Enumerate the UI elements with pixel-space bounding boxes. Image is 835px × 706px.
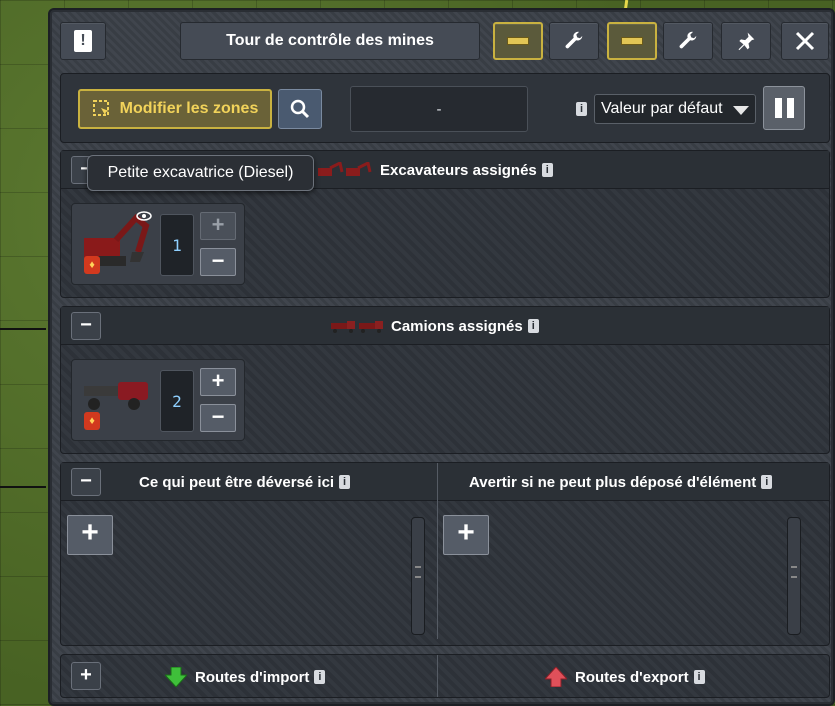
column-divider xyxy=(437,655,438,697)
add-dumpable-button[interactable]: + xyxy=(67,515,113,555)
dumping-panel: − Ce qui peut être déversé ici i Avertir… xyxy=(60,462,830,646)
info-icon[interactable]: i xyxy=(693,670,705,684)
scroll-grip xyxy=(791,566,797,578)
preset-select-value: Valeur par défaut xyxy=(601,100,723,117)
info-icon[interactable]: i xyxy=(339,475,351,489)
info-icon[interactable]: i xyxy=(541,163,553,177)
warn-heading: Avertir si ne peut plus déposé d'élément… xyxy=(469,463,773,501)
vehicle-tooltip: Petite excavatrice (Diesel) xyxy=(87,155,314,191)
modify-zones-button[interactable]: Modifier les zones xyxy=(78,89,272,129)
decrease-excavators-button[interactable]: − xyxy=(200,248,236,276)
increase-excavators-button[interactable]: + xyxy=(200,212,236,240)
collapse-button-1[interactable] xyxy=(493,22,543,60)
excavator-count: 1 xyxy=(160,214,194,276)
preset-select[interactable]: Valeur par défaut xyxy=(594,94,756,124)
decrease-trucks-button[interactable]: − xyxy=(200,404,236,432)
export-routes-text: Routes d'export xyxy=(575,668,689,686)
collapse-dumping-button[interactable]: − xyxy=(71,468,101,496)
fuel-icon: ♦ xyxy=(84,256,100,274)
dumpable-heading-text: Ce qui peut être déversé ici xyxy=(139,473,335,491)
collapse-trucks-button[interactable]: − xyxy=(71,312,101,340)
chevron-down-icon xyxy=(733,106,749,115)
wrench-icon xyxy=(679,31,697,49)
search-button[interactable] xyxy=(278,89,322,129)
dumping-header: − Ce qui peut être déversé ici i Avertir… xyxy=(61,463,829,501)
search-icon xyxy=(290,99,310,119)
info-button[interactable]: ! xyxy=(60,22,106,60)
import-routes-label[interactable]: Routes d'import i xyxy=(165,655,326,699)
info-icon[interactable]: i xyxy=(761,475,773,489)
fuel-icon: ♦ xyxy=(84,412,100,430)
trucks-heading-text: Camions assignés xyxy=(391,317,523,335)
truck-count: 2 xyxy=(160,370,194,432)
zone-toolbar: Modifier les zones - i Valeur par défaut xyxy=(60,73,830,143)
modify-zones-label: Modifier les zones xyxy=(119,100,259,117)
trucks-panel: − Camions assignés i ♦ 2 + − xyxy=(60,306,830,454)
expand-routes-button[interactable]: + xyxy=(71,662,101,690)
window-title: Tour de contrôle des mines xyxy=(180,22,480,60)
map-road-line xyxy=(0,486,46,488)
pause-icon-bar xyxy=(786,98,794,118)
mine-control-window: ! Tour de contrôle des mines Modifier le… xyxy=(48,8,835,706)
info-icon[interactable]: i xyxy=(576,102,587,116)
map-road-line xyxy=(0,328,46,330)
truck-card[interactable]: ♦ 2 + − xyxy=(71,359,245,441)
dumpable-scrollbar[interactable] xyxy=(411,517,425,635)
wrench-icon xyxy=(565,31,583,49)
wrench-button-1[interactable] xyxy=(549,22,599,60)
minus-icon xyxy=(507,37,529,45)
import-routes-text: Routes d'import xyxy=(195,668,310,686)
excavators-heading-text: Excavateurs assignés xyxy=(380,161,537,179)
excavator-icon xyxy=(346,162,372,176)
routes-panel: + Routes d'import i Routes d'export i xyxy=(60,654,830,698)
truck-icon xyxy=(359,321,383,333)
minus-icon xyxy=(621,37,643,45)
trucks-heading: Camions assignés i xyxy=(329,307,539,345)
trucks-header: − Camions assignés i xyxy=(61,307,829,345)
pause-icon-bar xyxy=(774,98,782,118)
arrow-down-icon xyxy=(165,667,187,687)
zone-value-display: - xyxy=(350,86,528,132)
collapse-button-2[interactable] xyxy=(607,22,657,60)
info-icon[interactable]: i xyxy=(314,670,326,684)
title-bar: ! Tour de contrôle des mines xyxy=(50,10,833,68)
export-routes-label[interactable]: Routes d'export i xyxy=(545,655,705,699)
excavator-icon xyxy=(318,162,344,176)
warn-heading-text: Avertir si ne peut plus déposé d'élément xyxy=(469,473,757,491)
info-icon: ! xyxy=(74,30,92,52)
pause-button[interactable] xyxy=(763,86,805,130)
dumpable-heading: Ce qui peut être déversé ici i xyxy=(139,463,351,501)
truck-icon xyxy=(84,382,148,410)
truck-icon xyxy=(331,321,355,333)
close-icon xyxy=(795,31,815,51)
increase-trucks-button[interactable]: + xyxy=(200,368,236,396)
pin-icon xyxy=(738,32,755,51)
pin-button[interactable] xyxy=(721,22,771,60)
warning-scrollbar[interactable] xyxy=(787,517,801,635)
select-zone-icon xyxy=(92,100,109,116)
excavator-card[interactable]: ♦ 1 + − xyxy=(71,203,245,285)
scroll-grip xyxy=(415,566,421,578)
column-divider xyxy=(437,463,438,639)
eye-icon xyxy=(136,211,152,221)
excavators-heading: Excavateurs assignés i xyxy=(316,151,553,189)
add-warning-button[interactable]: + xyxy=(443,515,489,555)
close-button[interactable] xyxy=(781,22,829,60)
info-icon[interactable]: i xyxy=(527,319,539,333)
arrow-up-icon xyxy=(545,667,567,687)
wrench-button-2[interactable] xyxy=(663,22,713,60)
